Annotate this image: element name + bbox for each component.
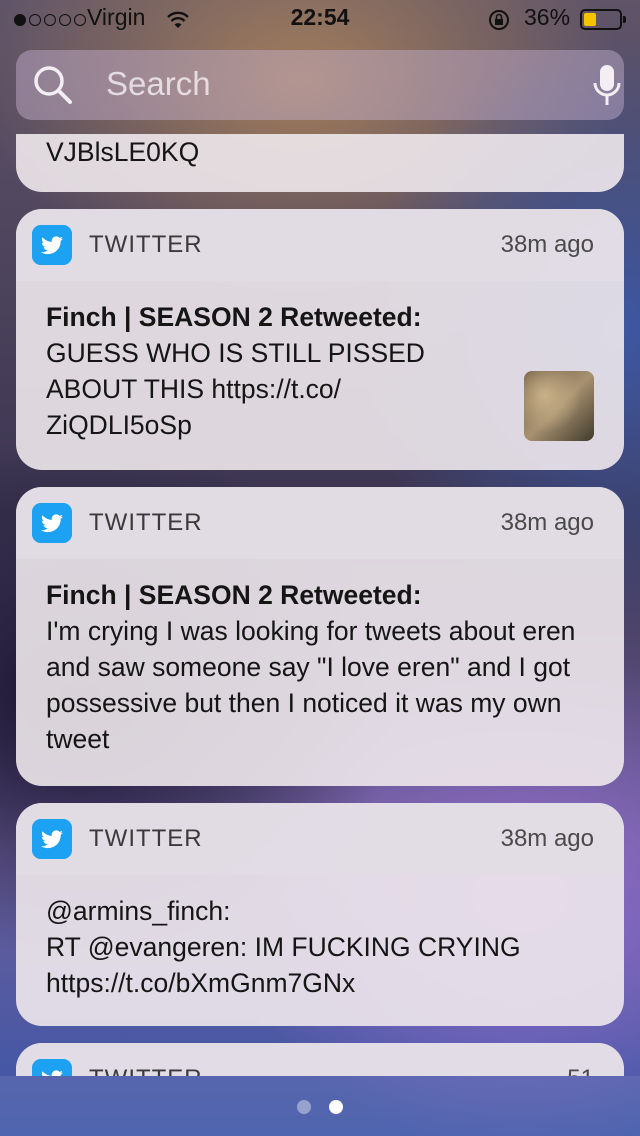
notification-app-name: TWITTER [89, 825, 203, 852]
notification-app-name: TWITTER [89, 231, 203, 258]
notification-card[interactable]: TWITTER 38m ago @armins_finch: RT @evang… [16, 803, 624, 1026]
battery-icon [580, 9, 626, 30]
notification-content: Finch | SEASON 2 Retweeted: I'm crying I… [46, 577, 606, 757]
search-bar[interactable]: Search [16, 50, 624, 120]
twitter-icon [32, 225, 72, 265]
notification-card[interactable]: TWITTER 51 [16, 1043, 624, 1076]
page-dot-current[interactable] [329, 1100, 343, 1114]
notification-time: 38m ago [500, 509, 594, 536]
status-bar: Virgin 22:54 36% [0, 0, 640, 40]
microphone-icon[interactable] [592, 63, 622, 109]
page-indicator-bar [0, 1076, 640, 1136]
notification-thumbnail [524, 371, 594, 441]
notification-body: I'm crying I was looking for tweets abou… [46, 616, 576, 754]
notification-body: VJBlsLE0KQ [46, 137, 200, 167]
notification-time: 38m ago [500, 825, 594, 852]
notification-list[interactable]: VJBlsLE0KQ TWITTER 38m ago Finch | SEASO… [0, 134, 640, 1076]
battery-percent: 36% [524, 4, 571, 30]
notification-app-name: TWITTER [89, 509, 203, 536]
notification-title: Finch | SEASON 2 Retweeted: [46, 302, 422, 332]
twitter-icon [32, 819, 72, 859]
notification-body: GUESS WHO IS STILL PISSED ABOUT THIS htt… [46, 338, 425, 440]
notification-card[interactable]: TWITTER 38m ago Finch | SEASON 2 Retweet… [16, 487, 624, 786]
notification-app-name: TWITTER [89, 1065, 203, 1076]
notification-time: 51 [567, 1065, 594, 1076]
page-dot[interactable] [297, 1100, 311, 1114]
notification-time: 38m ago [500, 231, 594, 258]
notification-header: TWITTER 38m ago [16, 209, 624, 281]
notification-header: TWITTER 38m ago [16, 487, 624, 559]
notification-content: Finch | SEASON 2 Retweeted: GUESS WHO IS… [46, 299, 606, 443]
notification-card[interactable]: TWITTER 38m ago Finch | SEASON 2 Retweet… [16, 209, 624, 470]
twitter-icon [32, 1059, 72, 1076]
search-input[interactable]: Search [106, 65, 211, 103]
notification-header: TWITTER 38m ago [16, 803, 624, 875]
notification-body: RT @evangeren: IM FUCKING CRYING https:/… [46, 932, 521, 998]
notification-title: @armins_finch: [46, 896, 231, 926]
notification-card[interactable]: VJBlsLE0KQ [16, 134, 624, 192]
notification-title: Finch | SEASON 2 Retweeted: [46, 580, 422, 610]
rotation-lock-icon [489, 10, 509, 30]
twitter-icon [32, 503, 72, 543]
notification-content: @armins_finch: RT @evangeren: IM FUCKING… [46, 893, 606, 1001]
notification-header: TWITTER 51 [16, 1043, 624, 1076]
search-icon [34, 66, 72, 104]
